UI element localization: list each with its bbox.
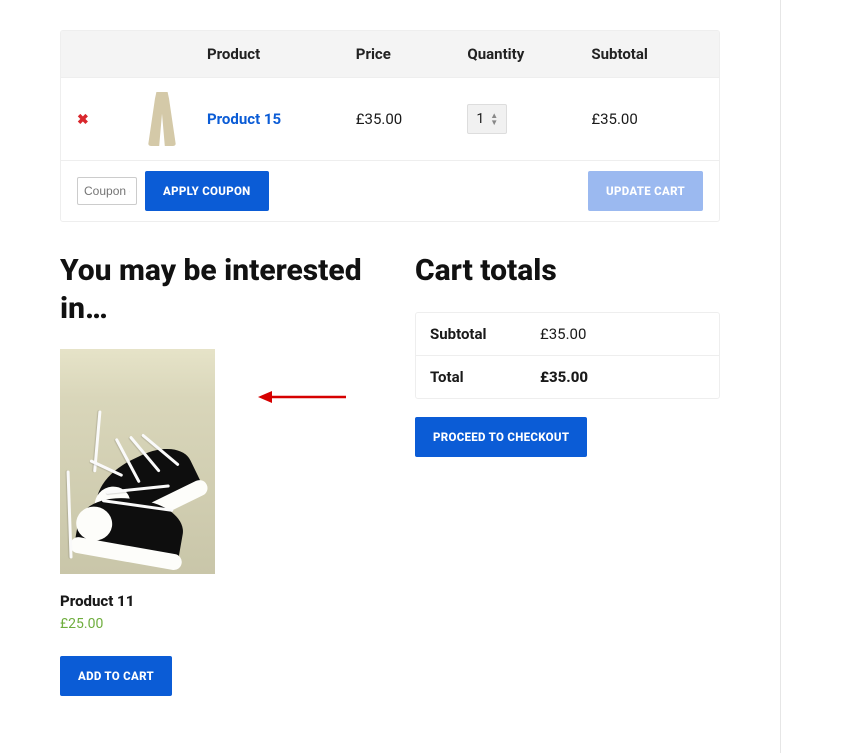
header-product: Product xyxy=(207,45,356,63)
cart-header-row: Product Price Quantity Subtotal xyxy=(61,31,719,78)
product-link[interactable]: Product 15 xyxy=(207,110,281,128)
header-quantity: Quantity xyxy=(467,45,591,63)
cross-sell-heading: You may be interested in… xyxy=(60,252,365,327)
cart-actions-row: Apply Coupon Update Cart xyxy=(61,161,719,221)
quantity-value: 1 xyxy=(476,111,484,127)
cross-sell-product-price: £25.00 xyxy=(60,616,215,632)
update-cart-button[interactable]: Update Cart xyxy=(588,171,703,211)
cart-item-row: ✖ Product 15 £35.00 1 ▲▼ £35.00 xyxy=(61,78,719,161)
proceed-to-checkout-button[interactable]: Proceed to Checkout xyxy=(415,417,587,457)
item-price: £35.00 xyxy=(356,110,468,128)
quantity-spinner-icon[interactable]: ▲▼ xyxy=(490,112,498,126)
totals-subtotal-row: Subtotal £35.00 xyxy=(416,313,719,356)
totals-value: £35.00 xyxy=(540,368,588,386)
add-to-cart-button[interactable]: Add to Cart xyxy=(60,656,172,696)
totals-label: Subtotal xyxy=(430,325,540,343)
header-subtotal: Subtotal xyxy=(591,45,703,63)
cart-totals-heading: Cart totals xyxy=(415,252,720,290)
cart-table: Product Price Quantity Subtotal ✖ Produc… xyxy=(60,30,720,222)
header-price: Price xyxy=(356,45,468,63)
vertical-divider xyxy=(780,0,781,753)
remove-item-button[interactable]: ✖ xyxy=(77,112,89,128)
apply-coupon-button[interactable]: Apply Coupon xyxy=(145,171,269,211)
totals-total-row: Total £35.00 xyxy=(416,356,719,398)
cart-totals-table: Subtotal £35.00 Total £35.00 xyxy=(415,312,720,399)
item-subtotal: £35.00 xyxy=(591,110,703,128)
product-thumbnail[interactable] xyxy=(148,92,176,146)
cross-sell-product[interactable]: Product 11 £25.00 Add to Cart xyxy=(60,349,215,696)
product-image[interactable] xyxy=(60,349,215,574)
totals-label: Total xyxy=(430,368,540,386)
totals-value: £35.00 xyxy=(540,325,586,343)
cross-sell-product-name: Product 11 xyxy=(60,592,215,610)
coupon-input[interactable] xyxy=(77,177,137,205)
quantity-stepper[interactable]: 1 ▲▼ xyxy=(467,104,507,134)
